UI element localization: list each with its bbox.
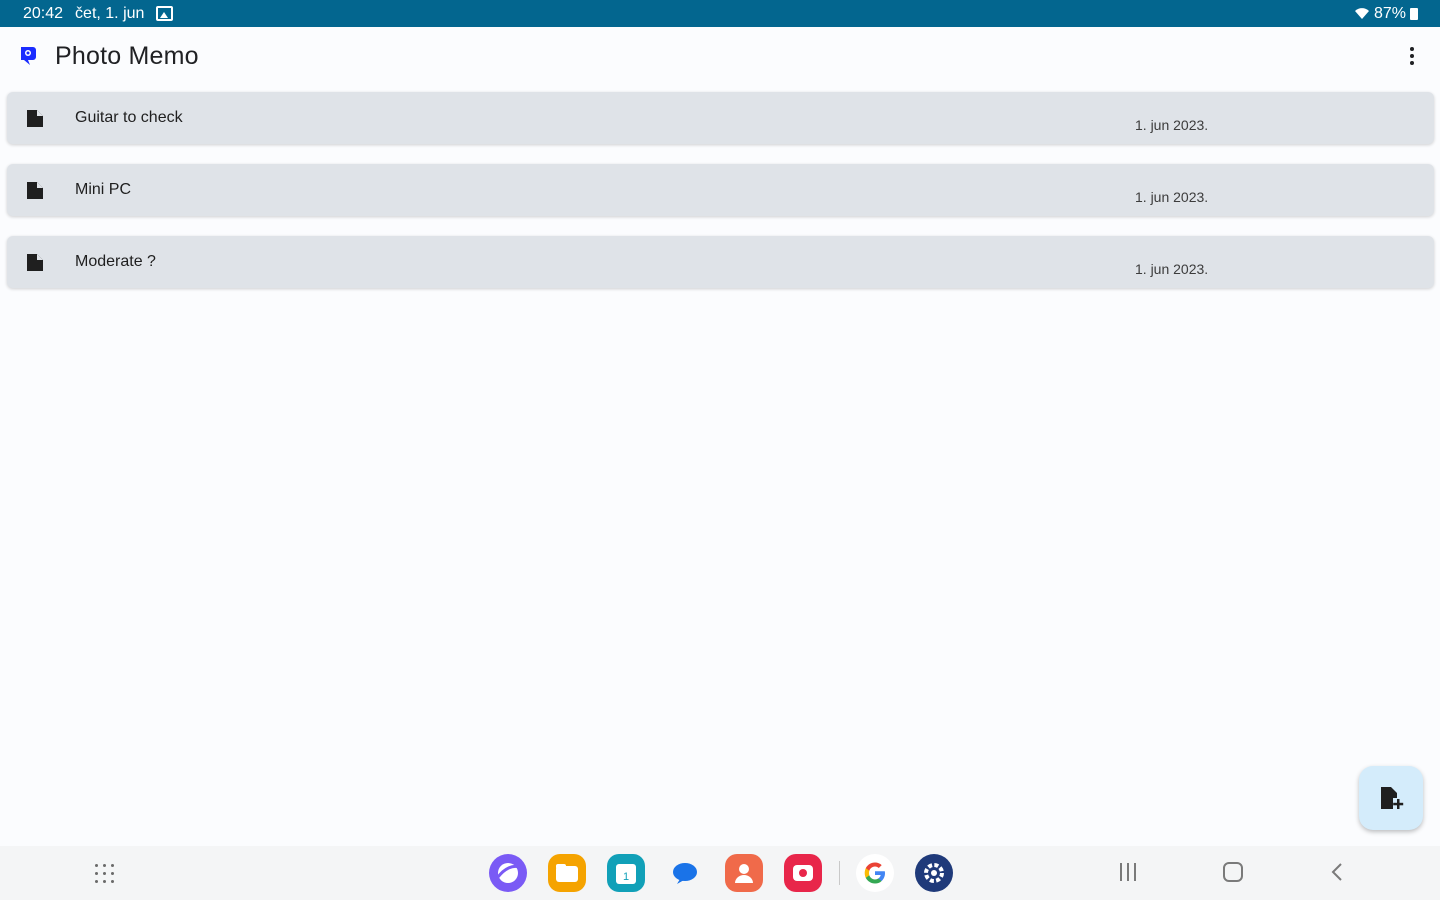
screen-recorder-app-icon[interactable]	[784, 854, 822, 892]
home-icon[interactable]	[1223, 862, 1243, 882]
memo-list: Guitar to check 1. jun 2023. Mini PC 1. …	[7, 92, 1434, 308]
dock-divider	[839, 861, 840, 885]
document-icon	[27, 182, 43, 199]
memo-title: Guitar to check	[75, 109, 183, 126]
memo-item[interactable]: Mini PC 1. jun 2023.	[7, 164, 1434, 216]
status-time: 20:42	[23, 4, 64, 22]
status-right: 87%	[1354, 5, 1418, 23]
svg-text:1: 1	[623, 871, 629, 883]
memo-date: 1. jun 2023.	[1135, 189, 1209, 205]
navigation-bar: 1	[0, 846, 1440, 900]
app-bar: Photo Memo	[0, 27, 1440, 85]
calendar-app-icon[interactable]: 1	[607, 854, 645, 892]
wifi-icon	[1354, 8, 1369, 19]
contacts-app-icon[interactable]	[725, 854, 763, 892]
messages-app-icon[interactable]	[666, 854, 704, 892]
photo-memo-logo-icon	[21, 47, 36, 65]
add-memo-button[interactable]	[1359, 766, 1423, 830]
add-document-icon	[1381, 787, 1404, 809]
memo-item[interactable]: Guitar to check 1. jun 2023.	[7, 92, 1434, 144]
back-icon[interactable]	[1327, 861, 1347, 883]
memo-item[interactable]: Moderate ? 1. jun 2023.	[7, 236, 1434, 288]
app-drawer-icon[interactable]	[95, 864, 115, 884]
document-icon	[27, 254, 43, 271]
memo-title: Mini PC	[75, 181, 132, 198]
status-bar: 20:42 čet, 1. jun 87%	[0, 0, 1440, 27]
app-title: Photo Memo	[55, 41, 199, 70]
memo-date: 1. jun 2023.	[1135, 117, 1209, 133]
recent-apps-icon[interactable]	[1120, 863, 1140, 881]
settings-app-icon[interactable]	[915, 854, 953, 892]
status-date: čet, 1. jun	[75, 4, 145, 22]
memo-date: 1. jun 2023.	[1135, 261, 1209, 277]
document-icon	[27, 110, 43, 127]
internet-app-icon[interactable]	[489, 854, 527, 892]
google-app-icon[interactable]	[856, 854, 894, 892]
more-options-icon[interactable]	[1402, 45, 1422, 67]
status-left: 20:42 čet, 1. jun	[23, 4, 174, 23]
gallery-notification-icon	[156, 6, 174, 21]
battery-percentage: 87%	[1373, 4, 1406, 22]
memo-title: Moderate ?	[75, 253, 156, 270]
my-files-app-icon[interactable]	[548, 854, 586, 892]
battery-icon	[1410, 7, 1418, 20]
app-dock: 1	[489, 854, 974, 892]
